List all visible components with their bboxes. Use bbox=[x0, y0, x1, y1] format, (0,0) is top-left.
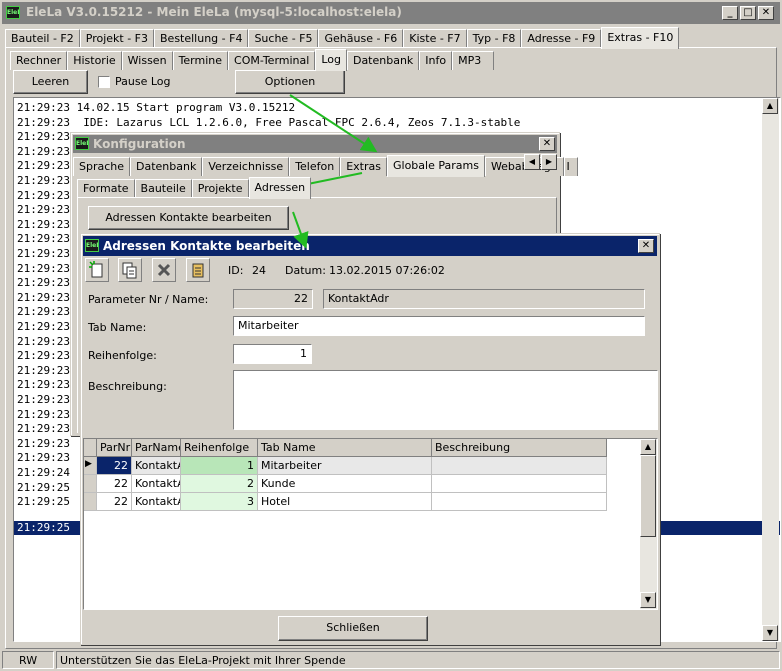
arrow-adressen-to-button bbox=[292, 211, 309, 249]
tab-globale-params[interactable]: Globale Params bbox=[386, 155, 485, 177]
tab-log[interactable]: Log bbox=[315, 49, 347, 71]
annotation-arrows bbox=[289, 94, 378, 249]
tab-extras[interactable]: Extras - F10 bbox=[601, 27, 680, 49]
arrow-optionen-to-globale bbox=[289, 94, 378, 153]
status-message-panel: Unterstützen Sie das EleLa-Projekt mit I… bbox=[56, 651, 780, 669]
tab-adressen[interactable]: Adressen bbox=[248, 177, 312, 199]
status-mode-panel: RW bbox=[2, 651, 54, 669]
